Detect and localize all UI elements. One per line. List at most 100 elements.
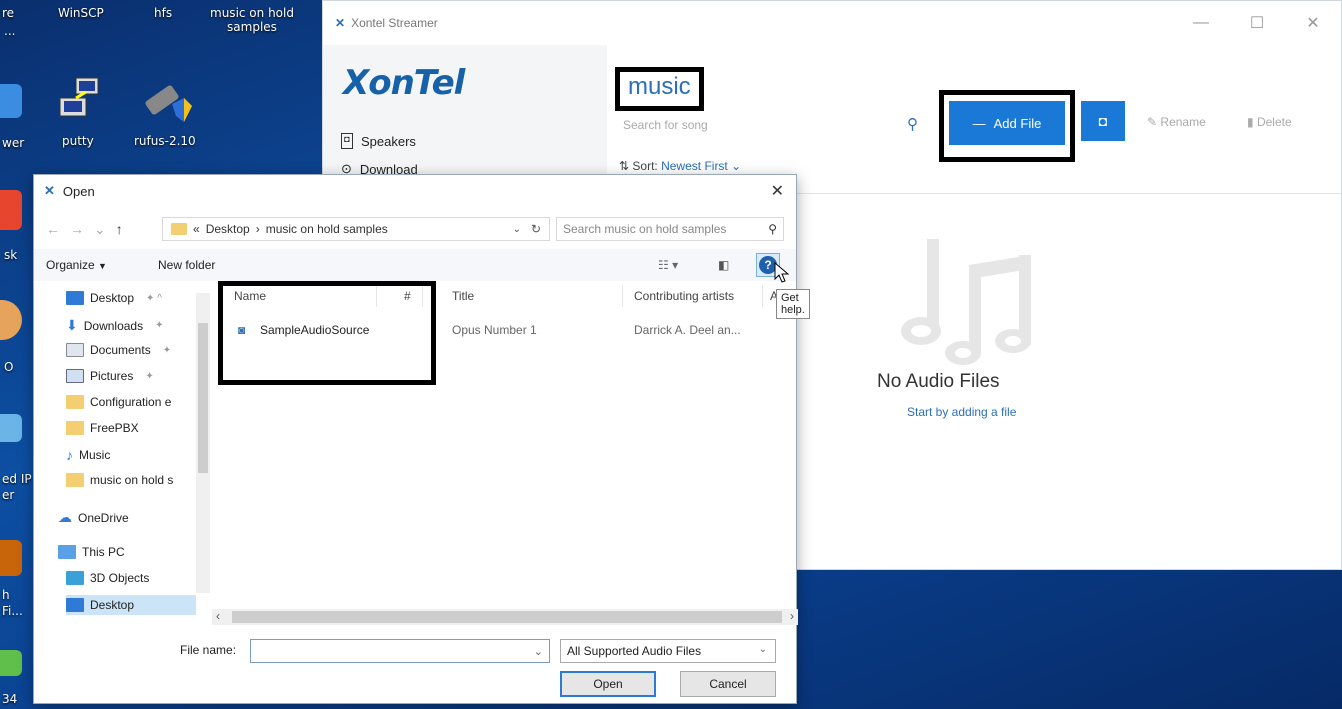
nav-item-desktop[interactable]: Desktop ✦ ^ (66, 291, 162, 305)
add-file-button[interactable]: — Add File (949, 101, 1065, 145)
desktop-icon-rufus-label[interactable]: rufus-2.10 (134, 134, 196, 148)
nav-item-music[interactable]: ♪ Music (66, 447, 110, 463)
sort-dropdown[interactable]: ⇅ Sort: Newest First ⌄ (619, 159, 741, 173)
address-bar[interactable]: « Desktop › music on hold samples ⌄ ↻ (162, 217, 550, 241)
scroll-left-icon[interactable]: ‹ (216, 609, 220, 623)
desktop-partial-label: Fi... (2, 604, 23, 618)
chevron-down-icon: ⌄ (758, 644, 767, 655)
desktop-app-icon[interactable] (0, 540, 22, 576)
start-adding-link[interactable]: Start by adding a file (907, 405, 1016, 419)
nav-scrollbar-thumb[interactable] (198, 323, 208, 473)
desktop-icon (66, 291, 84, 305)
desktop-partial-label: 34 (2, 692, 18, 706)
column-separator (622, 285, 623, 307)
chevron-down-icon[interactable]: ⌄ (534, 645, 543, 658)
nav-item-desktop-pc[interactable]: Desktop (66, 595, 196, 615)
nav-item-3d-objects[interactable]: 3D Objects (66, 571, 149, 585)
new-folder-button[interactable]: New folder (158, 258, 215, 272)
breadcrumb-item[interactable]: Desktop (206, 222, 250, 236)
close-dialog-button[interactable]: ✕ (771, 181, 784, 201)
nav-item-downloads[interactable]: ⬇ Downloads ✦ (66, 317, 164, 334)
nav-item-music-on-hold[interactable]: music on hold s (66, 473, 173, 487)
rename-button[interactable]: ✎ Rename (1147, 115, 1206, 129)
desktop-app-icon[interactable] (0, 414, 22, 442)
desktop-app-icon[interactable] (0, 650, 22, 676)
open-file-dialog: ✕ Open ✕ ←→⌄↑ « Desktop › music on hold … (33, 174, 810, 704)
scroll-right-icon[interactable]: › (790, 609, 794, 623)
desktop-app-icon[interactable] (0, 190, 22, 230)
pin-icon: ✦ (145, 370, 154, 382)
desktop-partial-label: sk (4, 248, 18, 262)
cube-icon (66, 571, 84, 585)
preview-pane-icon[interactable]: ◧ (718, 258, 729, 272)
file-name-input[interactable]: ⌄ (250, 639, 550, 663)
folder-icon (66, 421, 84, 435)
close-window-button[interactable]: ✕ (1285, 1, 1341, 45)
nav-item-label: FreePBX (90, 421, 139, 435)
xontel-logo: XonTel (343, 63, 465, 103)
file-type-select[interactable]: All Supported Audio Files ⌄ (560, 639, 776, 663)
search-icon[interactable]: ⚲ (907, 115, 918, 133)
desktop-partial-label: ... (4, 24, 16, 38)
organize-button[interactable]: Organize ▼ (46, 258, 107, 272)
xontel-app-icon: ✕ (335, 16, 346, 30)
desktop-icon (66, 598, 84, 612)
desktop-icon-putty-label[interactable]: putty (62, 134, 94, 148)
pin-icon: ✦ (162, 344, 172, 356)
desktop-partial-label: h (2, 588, 10, 602)
maximize-button[interactable]: ☐ (1229, 1, 1285, 45)
breadcrumb-prefix: « (193, 222, 200, 236)
putty-icon[interactable] (56, 74, 106, 127)
horizontal-scrollbar-thumb[interactable] (232, 611, 782, 623)
nav-item-pictures[interactable]: Pictures ✦ (66, 369, 154, 383)
music-note-icon (899, 235, 1049, 368)
add-file-label: Add File (993, 115, 1042, 131)
cloud-icon: ☁ (58, 509, 72, 525)
rufus-icon[interactable] (140, 76, 196, 129)
search-icon: ⚲ (768, 222, 777, 236)
computer-icon (58, 545, 76, 559)
nav-item-label: Documents (90, 343, 151, 357)
view-options-icon[interactable]: ☷ ▾ (658, 258, 678, 272)
file-artists: Darrick A. Deel an... (634, 323, 741, 337)
address-row: ←→⌄↑ « Desktop › music on hold samples ⌄… (34, 213, 796, 245)
nav-item-freepbx[interactable]: FreePBX (66, 421, 139, 435)
minimize-button[interactable]: — (1173, 1, 1229, 45)
organize-label: Organize (46, 258, 95, 272)
speaker-button[interactable]: ◘ (1081, 101, 1125, 141)
dialog-toolbar: Organize ▼ New folder ☷ ▾ ◧ ? (34, 249, 796, 281)
desktop-icon-music-on-hold-label[interactable]: music on hold samples (210, 6, 294, 34)
folder-icon (66, 473, 84, 487)
column-contributing-artists[interactable]: Contributing artists (634, 289, 734, 303)
dialog-titlebar[interactable]: ✕ Open (44, 183, 95, 199)
nav-arrows[interactable]: ←→⌄↑ (46, 221, 133, 238)
delete-button[interactable]: ▮ Delete (1247, 115, 1292, 129)
navigation-pane: Desktop ✦ ^ ⬇ Downloads ✦ Documents ✦ Pi… (34, 283, 212, 615)
nav-item-label: OneDrive (78, 510, 129, 525)
breadcrumb-item[interactable]: music on hold samples (266, 222, 388, 236)
nav-item-label: Downloads (83, 318, 144, 333)
open-button[interactable]: Open (560, 671, 656, 697)
search-song-input[interactable]: Search for song (615, 107, 925, 143)
desktop-icon-winscp-label[interactable]: WinSCP (58, 6, 104, 20)
refresh-icon[interactable]: ↻ (531, 222, 541, 236)
dialog-search-input[interactable]: Search music on hold samples ⚲ (556, 217, 784, 241)
nav-item-documents[interactable]: Documents ✦ (66, 343, 171, 357)
column-title[interactable]: Title (452, 289, 474, 303)
breadcrumb-separator: › (255, 222, 260, 236)
column-separator (762, 285, 763, 307)
page-title: music (615, 67, 704, 111)
pin-icon: ✦ ^ (146, 292, 162, 304)
desktop-app-icon[interactable] (0, 84, 22, 118)
sidebar-item-label: Speakers (361, 133, 416, 149)
sidebar-item-speakers[interactable]: ◘ Speakers (341, 133, 416, 149)
desktop-icon-hfs-label[interactable]: hfs (154, 6, 172, 20)
trash-icon: ▮ (1247, 115, 1254, 129)
cancel-button[interactable]: Cancel (680, 671, 776, 697)
chevron-down-icon[interactable]: ⌄ (513, 224, 521, 235)
desktop-app-icon[interactable] (0, 300, 22, 340)
nav-item-configuration[interactable]: Configuration e (66, 395, 171, 409)
nav-item-this-pc[interactable]: This PC (58, 545, 125, 559)
nav-item-onedrive[interactable]: ☁ OneDrive (58, 509, 129, 526)
file-title: Opus Number 1 (452, 323, 537, 337)
